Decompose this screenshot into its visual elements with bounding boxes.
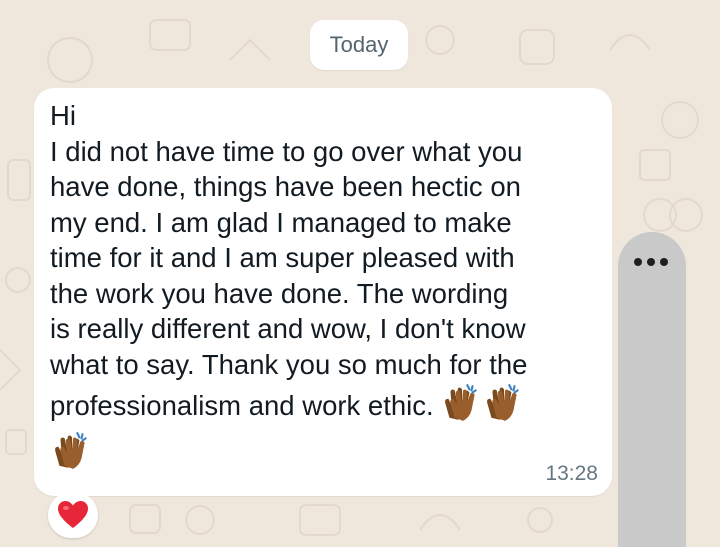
clapping-hands-icon — [55, 432, 87, 469]
clapping-hands-icon — [486, 384, 519, 421]
trailing-emojis — [50, 431, 92, 471]
more-dots-icon[interactable] — [634, 258, 668, 266]
heart-reaction[interactable] — [48, 492, 98, 538]
floating-scroll-handle[interactable] — [618, 232, 686, 547]
message-time: 13:28 — [545, 462, 598, 485]
clapping-hands-icon — [444, 384, 477, 421]
inline-emojis — [440, 382, 524, 424]
red-heart-icon — [58, 501, 88, 528]
date-separator: Today — [310, 20, 408, 70]
message-text: Hi I did not have time to go over what y… — [50, 100, 528, 421]
message-bubble[interactable]: Hi I did not have time to go over what y… — [34, 88, 612, 496]
